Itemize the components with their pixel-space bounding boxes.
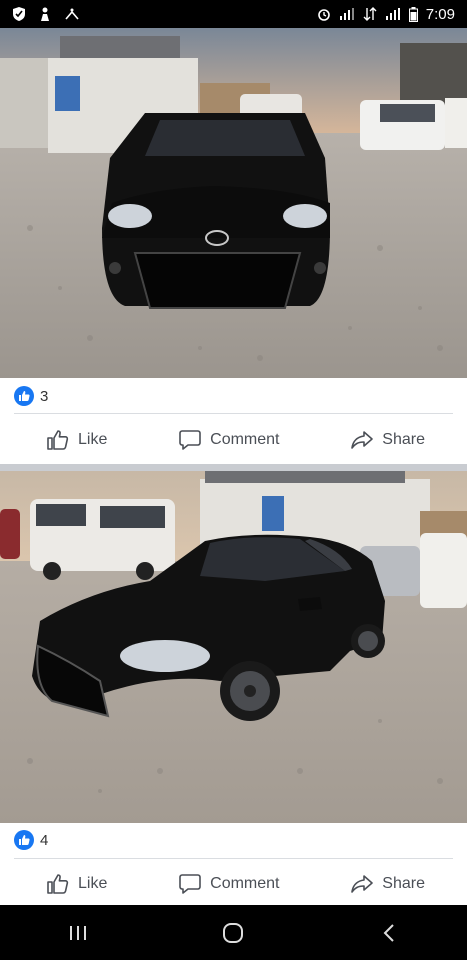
post-actions: Like Comment Share <box>0 859 467 909</box>
like-label: Like <box>78 431 108 448</box>
like-button[interactable]: Like <box>46 872 107 896</box>
home-button[interactable] <box>203 913 263 953</box>
thumbs-up-icon <box>47 430 69 450</box>
like-label: Like <box>78 875 108 892</box>
share-icon <box>351 875 374 893</box>
comment-label: Comment <box>210 875 280 892</box>
shield-icon <box>13 7 25 21</box>
share-icon <box>351 431 374 449</box>
reaction-summary[interactable]: 3 <box>0 378 467 414</box>
like-reaction-icon <box>14 830 34 850</box>
comment-icon <box>179 430 201 450</box>
car-photo-front <box>0 28 467 378</box>
status-right-icons: 7:09 <box>317 6 455 23</box>
share-button[interactable]: Share <box>350 872 425 896</box>
post-photo[interactable] <box>0 28 467 378</box>
recent-apps-button[interactable] <box>48 913 108 953</box>
comment-button[interactable]: Comment <box>178 872 280 896</box>
back-icon <box>383 923 394 942</box>
thumbs-up-icon <box>47 874 69 894</box>
home-icon <box>223 922 244 943</box>
post-actions: Like Comment Share <box>0 415 467 465</box>
signal-icon <box>339 8 354 20</box>
notification-icon <box>41 7 49 21</box>
navigation-bar <box>0 905 467 960</box>
post-photo[interactable] <box>0 471 467 823</box>
back-button[interactable] <box>359 913 419 953</box>
clock: 7:09 <box>425 5 455 23</box>
status-bar: 7:09 <box>0 0 467 28</box>
divider <box>14 413 453 414</box>
like-reaction-icon <box>14 386 34 406</box>
car-photo-side <box>0 471 467 823</box>
share-label: Share <box>382 875 425 892</box>
reaction-count: 4 <box>40 831 49 849</box>
reaction-summary[interactable]: 4 <box>0 822 467 858</box>
like-button[interactable]: Like <box>46 428 107 452</box>
share-label: Share <box>382 431 425 448</box>
recent-apps-icon <box>69 925 86 940</box>
comment-label: Comment <box>210 431 280 448</box>
status-left-icons <box>12 6 80 22</box>
signal-icon <box>385 8 400 20</box>
share-button[interactable]: Share <box>350 428 425 452</box>
wifi-calling-icon <box>65 8 79 20</box>
post-separator <box>0 464 467 471</box>
alarm-icon <box>317 9 330 21</box>
reaction-count: 3 <box>40 387 49 405</box>
comment-button[interactable]: Comment <box>178 428 280 452</box>
data-icon <box>363 7 377 21</box>
battery-icon <box>408 6 418 22</box>
comment-icon <box>179 874 201 894</box>
